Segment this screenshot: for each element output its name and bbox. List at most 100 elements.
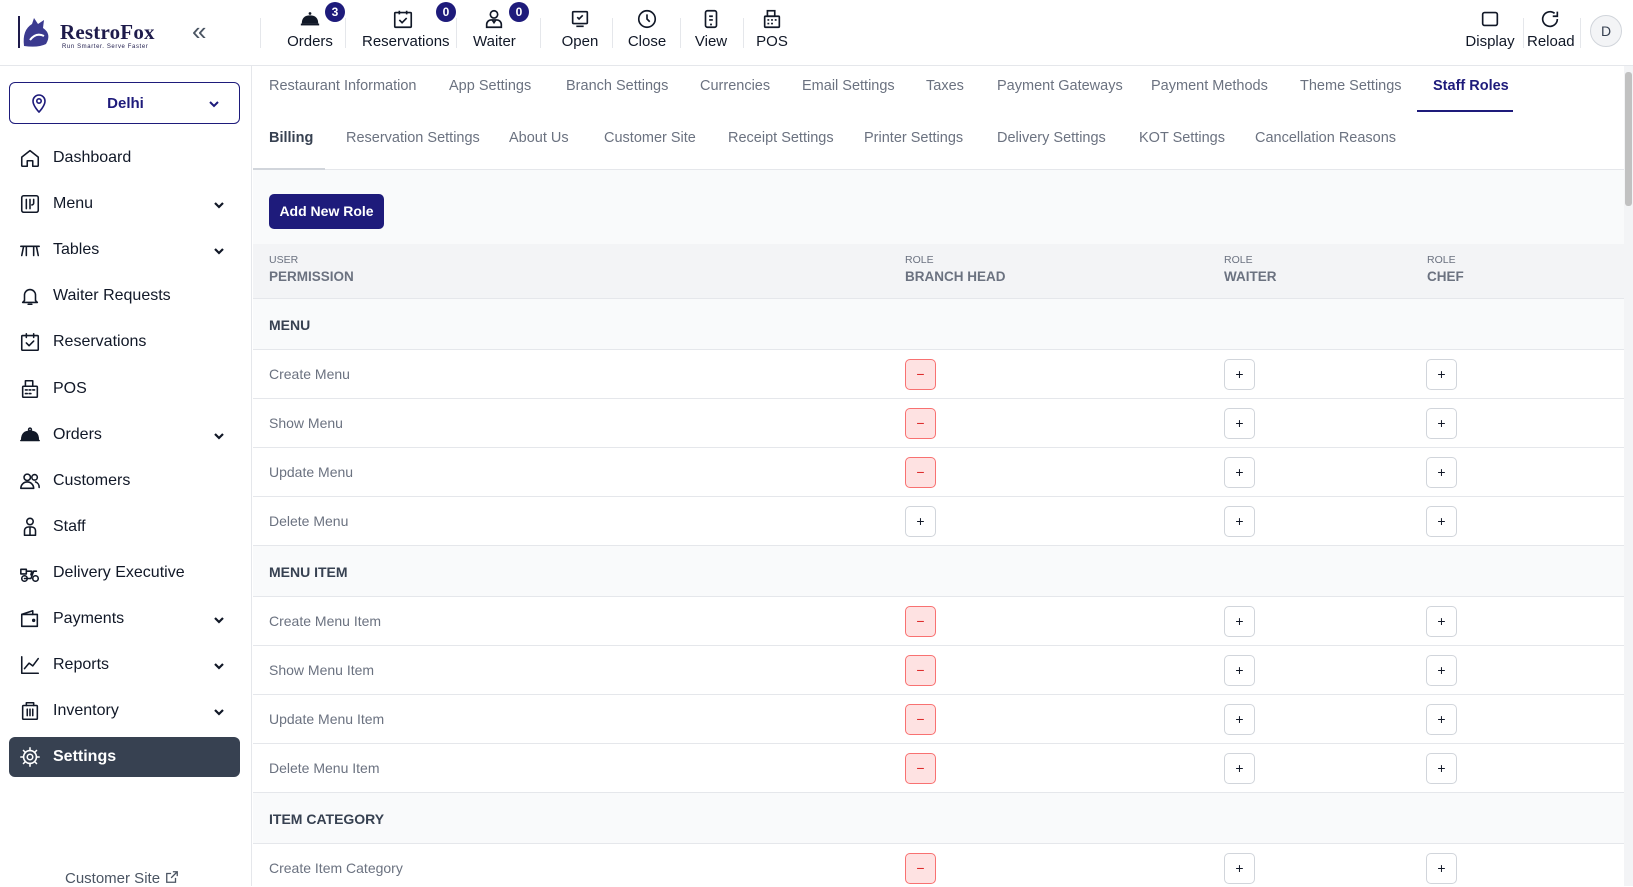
grant-permission-button[interactable]: +: [1224, 506, 1255, 537]
sidebar-item-reports[interactable]: Reports: [9, 645, 240, 685]
grant-permission-button[interactable]: +: [905, 506, 936, 537]
calendar-check-icon: [393, 10, 413, 29]
tab-payment-methods[interactable]: Payment Methods: [1151, 78, 1268, 94]
sidebar-item-customers[interactable]: Customers: [9, 461, 240, 501]
pos-button[interactable]: POS: [755, 8, 789, 58]
add-new-role-button[interactable]: Add New Role: [269, 194, 384, 229]
grant-permission-button[interactable]: +: [1426, 359, 1457, 390]
grant-permission-button[interactable]: +: [1224, 359, 1255, 390]
tab-cancellation-reasons[interactable]: Cancellation Reasons: [1255, 130, 1396, 146]
grant-permission-button[interactable]: +: [1426, 753, 1457, 784]
table-row: Create Item Category − + +: [253, 844, 1628, 886]
sidebar-item-reservations[interactable]: Reservations: [9, 322, 240, 362]
sidebar-item-waiter-requests[interactable]: Waiter Requests: [9, 276, 240, 316]
grant-permission-button[interactable]: +: [1426, 408, 1457, 439]
table-row: Create Menu Item − + +: [253, 597, 1628, 646]
header-role-label: WAITER: [1224, 269, 1277, 284]
users-icon: [20, 473, 40, 489]
tab-about-us[interactable]: About Us: [509, 130, 569, 146]
revoke-permission-button[interactable]: −: [905, 457, 936, 488]
customer-site-link[interactable]: Customer Site: [65, 870, 180, 887]
reload-button[interactable]: Reload: [1527, 8, 1575, 58]
revoke-permission-button[interactable]: −: [905, 359, 936, 390]
revoke-permission-button[interactable]: −: [905, 606, 936, 637]
grant-permission-button[interactable]: +: [1426, 704, 1457, 735]
tab-payment-gateways[interactable]: Payment Gateways: [997, 78, 1123, 94]
grant-permission-button[interactable]: +: [1426, 457, 1457, 488]
sidebar-item-label: Delivery Executive: [53, 563, 185, 581]
tab-currencies[interactable]: Currencies: [700, 78, 770, 94]
sidebar-item-pos[interactable]: POS: [9, 369, 240, 409]
close-button[interactable]: Close: [627, 8, 667, 58]
grant-permission-button[interactable]: +: [1224, 457, 1255, 488]
sidebar-item-delivery-executive[interactable]: Delivery Executive: [9, 553, 240, 593]
sidebar-item-staff[interactable]: Staff: [9, 507, 240, 547]
tab-customer-site[interactable]: Customer Site: [604, 130, 696, 146]
grant-permission-button[interactable]: +: [1426, 655, 1457, 686]
collapse-sidebar-icon[interactable]: «: [192, 18, 220, 44]
tab-branch-settings[interactable]: Branch Settings: [566, 78, 668, 94]
permission-label: Create Item Category: [269, 860, 403, 876]
page-scrollbar[interactable]: [1624, 66, 1633, 886]
tab-taxes[interactable]: Taxes: [926, 78, 964, 94]
grant-permission-button[interactable]: +: [1224, 753, 1255, 784]
permission-group: ITEM CATEGORY: [253, 793, 1628, 844]
top-bar: RestroFox Run Smarter. Serve Faster « Or…: [0, 0, 1633, 66]
user-avatar[interactable]: D: [1590, 15, 1622, 47]
brand-tagline: Run Smarter. Serve Faster: [62, 44, 149, 50]
revoke-permission-button[interactable]: −: [905, 408, 936, 439]
sidebar-item-payments[interactable]: Payments: [9, 599, 240, 639]
tab-email-settings[interactable]: Email Settings: [802, 78, 895, 94]
brand-logo[interactable]: RestroFox Run Smarter. Serve Faster: [16, 14, 166, 50]
grant-permission-button[interactable]: +: [1426, 606, 1457, 637]
grant-permission-button[interactable]: +: [1426, 853, 1457, 884]
divider: [345, 18, 346, 48]
sidebar-item-label: Dashboard: [53, 149, 132, 166]
chevron-down-icon: [214, 202, 224, 209]
grant-permission-button[interactable]: +: [1224, 853, 1255, 884]
grant-permission-button[interactable]: +: [1426, 506, 1457, 537]
revoke-permission-button[interactable]: −: [905, 704, 936, 735]
revoke-permission-button[interactable]: −: [905, 753, 936, 784]
header-role-small: ROLE: [905, 254, 934, 266]
tab-theme-settings[interactable]: Theme Settings: [1300, 78, 1402, 94]
orders-button[interactable]: Orders 3: [285, 2, 345, 58]
open-button[interactable]: Open: [560, 8, 600, 58]
divider: [743, 18, 744, 48]
sidebar-item-label: Inventory: [53, 702, 119, 720]
tab-app-settings[interactable]: App Settings: [449, 78, 531, 94]
grant-permission-button[interactable]: +: [1224, 704, 1255, 735]
sidebar-item-settings[interactable]: Settings: [9, 737, 240, 778]
display-button[interactable]: Display: [1465, 8, 1515, 58]
revoke-permission-button[interactable]: −: [905, 655, 936, 686]
tab-printer-settings[interactable]: Printer Settings: [864, 130, 963, 146]
reservations-button[interactable]: Reservations 0: [362, 2, 456, 58]
sidebar-item-label: Menu: [53, 195, 94, 213]
location-select[interactable]: Delhi: [9, 82, 240, 124]
tab-restaurant-information[interactable]: Restaurant Information: [269, 78, 417, 94]
sidebar-item-tables[interactable]: Tables: [9, 230, 240, 270]
home-icon: [20, 149, 40, 168]
tab-reservation-settings[interactable]: Reservation Settings: [346, 130, 480, 146]
grant-permission-button[interactable]: +: [1224, 655, 1255, 686]
tab-delivery-settings[interactable]: Delivery Settings: [997, 130, 1106, 146]
permission-label: Update Menu Item: [269, 711, 385, 727]
tab-staff-roles[interactable]: Staff Roles: [1433, 78, 1509, 94]
grant-permission-button[interactable]: +: [1224, 606, 1255, 637]
open-register-icon: [571, 10, 589, 28]
sidebar-item-dashboard[interactable]: Dashboard: [9, 138, 240, 178]
divider: [1523, 18, 1524, 48]
revoke-permission-button[interactable]: −: [905, 853, 936, 884]
header-permission-label: PERMISSION: [269, 269, 354, 284]
tab-kot-settings[interactable]: KOT Settings: [1139, 130, 1225, 146]
tab-receipt-settings[interactable]: Receipt Settings: [728, 130, 834, 146]
tab-billing[interactable]: Billing: [269, 130, 313, 146]
table-row: Update Menu Item − + +: [253, 695, 1628, 744]
waiter-button[interactable]: Waiter 0: [473, 2, 529, 58]
sidebar-item-orders[interactable]: Orders: [9, 415, 240, 455]
grant-permission-button[interactable]: +: [1224, 408, 1255, 439]
view-button[interactable]: View: [693, 8, 729, 58]
scrollbar-thumb[interactable]: [1625, 72, 1632, 206]
sidebar-item-menu[interactable]: Menu: [9, 184, 240, 224]
sidebar-item-inventory[interactable]: Inventory: [9, 691, 240, 731]
